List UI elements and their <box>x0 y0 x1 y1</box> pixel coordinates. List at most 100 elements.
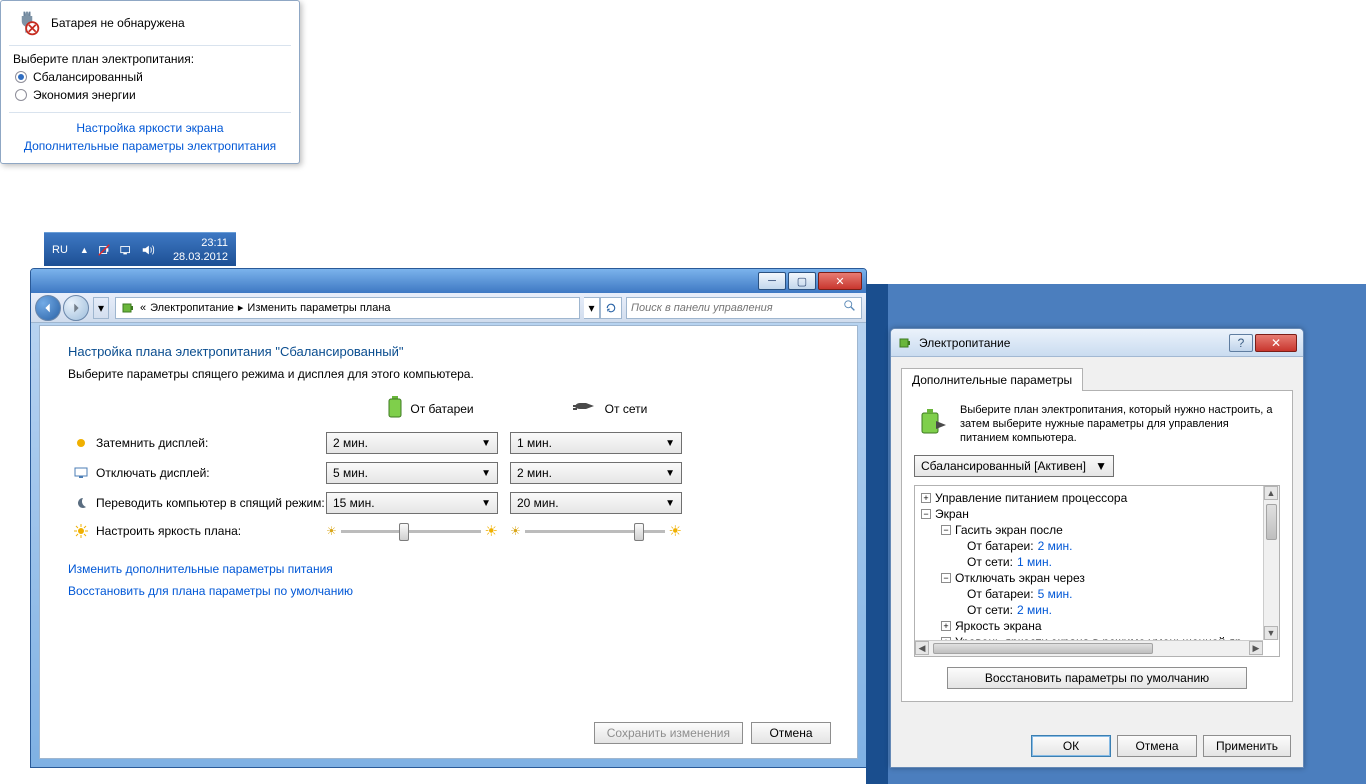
refresh-button[interactable] <box>600 297 622 319</box>
restore-defaults-button[interactable]: Восстановить параметры по умолчанию <box>947 667 1247 689</box>
dialog-titlebar: Электропитание ? ✕ <box>891 329 1303 357</box>
expand-icon[interactable]: + <box>921 493 931 503</box>
power-icon <box>897 335 913 351</box>
navbar: ▾ « Электропитание ▸ Изменить параметры … <box>31 293 866 323</box>
brightness-ac-slider[interactable]: ☀ ☀ <box>510 522 682 540</box>
plan-select-label: Выберите план электропитания: <box>1 46 299 68</box>
battery-flyout: Батарея не обнаружена Выберите план элек… <box>0 0 300 164</box>
horizontal-scrollbar[interactable]: ◀ ▶ <box>915 640 1263 656</box>
tree-node-dim[interactable]: −Гасить экран после <box>919 522 1259 538</box>
breadcrumb-2[interactable]: Изменить параметры плана <box>247 302 390 314</box>
dim-ac-dropdown[interactable]: 1 мин.▼ <box>510 432 682 454</box>
plan-saver-radio[interactable]: Экономия энергии <box>1 86 299 104</box>
power-plan-window: ─ ▢ ✕ ▾ « Электропитание ▸ Изменить пара… <box>30 268 867 768</box>
breadcrumb-1[interactable]: Электропитание <box>150 302 234 314</box>
sleep-battery-value: 15 мин. <box>333 496 375 510</box>
dim-ac-value: 1 мин. <box>517 436 552 450</box>
help-button[interactable]: ? <box>1229 334 1253 352</box>
tray-overflow-icon[interactable]: ▲ <box>76 245 93 255</box>
column-headers: От батареи От сети <box>68 395 829 422</box>
row-brightness: Настроить яркость плана: ☀ ☀ ☀ ☀ <box>68 522 829 540</box>
taskbar: RU ▲ 23:11 28.03.2012 <box>44 232 236 266</box>
brightness-battery-slider[interactable]: ☀ ☀ <box>326 522 498 540</box>
close-button[interactable]: ✕ <box>1255 334 1297 352</box>
search-box[interactable] <box>626 297 862 319</box>
network-tray-icon[interactable] <box>118 242 134 258</box>
page-title: Настройка плана электропитания "Сбаланси… <box>68 344 829 359</box>
minimize-button[interactable]: ─ <box>758 272 786 290</box>
restore-defaults-link[interactable]: Восстановить для плана параметры по умол… <box>68 584 829 598</box>
close-button[interactable]: ✕ <box>818 272 862 290</box>
expand-icon[interactable]: + <box>941 621 951 631</box>
dim-battery-dropdown[interactable]: 2 мин.▼ <box>326 432 498 454</box>
clock[interactable]: 23:11 28.03.2012 <box>165 236 236 264</box>
tree-leaf-dim-ac[interactable]: От сети:1 мин. <box>919 554 1259 570</box>
tree-node-brightness[interactable]: +Яркость экрана <box>919 618 1259 634</box>
off-battery-dropdown[interactable]: 5 мин.▼ <box>326 462 498 484</box>
battery-icon <box>386 395 404 422</box>
cancel-button[interactable]: Отмена <box>751 722 831 744</box>
col-battery: От батареи <box>340 395 520 422</box>
vertical-scrollbar[interactable]: ▲ ▼ <box>1263 486 1279 640</box>
dim-ac-value[interactable]: 1 мин. <box>1017 555 1052 569</box>
brightness-link[interactable]: Настройка яркости экрана <box>5 119 295 137</box>
tree-leaf-off-ac[interactable]: От сети:2 мин. <box>919 602 1259 618</box>
address-bar[interactable]: « Электропитание ▸ Изменить параметры пл… <box>115 297 580 319</box>
col-ac-label: От сети <box>605 402 648 416</box>
row-dim-label: Затемнить дисплей: <box>96 436 208 450</box>
links-section: Изменить дополнительные параметры питани… <box>68 562 829 598</box>
breadcrumb-glyph: « <box>140 302 146 314</box>
cancel-button[interactable]: Отмена <box>1117 735 1197 757</box>
off-ac-value[interactable]: 2 мин. <box>1017 603 1052 617</box>
off-ac-value: 2 мин. <box>517 466 552 480</box>
nav-forward-button[interactable] <box>63 295 89 321</box>
tree-leaf-off-battery[interactable]: От батареи:5 мин. <box>919 586 1259 602</box>
lang-indicator[interactable]: RU <box>44 244 76 256</box>
breadcrumb-sep: ▸ <box>238 301 244 314</box>
plan-balanced-radio[interactable]: Сбалансированный <box>1 68 299 86</box>
nav-history-dropdown[interactable]: ▾ <box>93 297 109 319</box>
sleep-ac-dropdown[interactable]: 20 мин.▼ <box>510 492 682 514</box>
off-ac-dropdown[interactable]: 2 мин.▼ <box>510 462 682 484</box>
advanced-power-dialog: Электропитание ? ✕ Дополнительные параме… <box>890 328 1304 768</box>
more-power-options-link[interactable]: Дополнительные параметры электропитания <box>5 137 295 155</box>
collapse-icon[interactable]: − <box>941 525 951 535</box>
save-button[interactable]: Сохранить изменения <box>594 722 743 744</box>
search-input[interactable] <box>631 302 843 314</box>
clock-time: 23:11 <box>173 236 228 250</box>
window-body: Настройка плана электропитания "Сбаланси… <box>39 325 858 759</box>
power-large-icon <box>914 403 950 439</box>
sleep-battery-dropdown[interactable]: 15 мин.▼ <box>326 492 498 514</box>
plan-dropdown[interactable]: Сбалансированный [Активен]▼ <box>914 455 1114 477</box>
power-tray-icon[interactable] <box>96 242 112 258</box>
col-ac: От сети <box>520 398 700 419</box>
tree-node-cpu[interactable]: +Управление питанием процессора <box>919 490 1259 506</box>
apply-button[interactable]: Применить <box>1203 735 1291 757</box>
sleep-icon <box>74 496 88 510</box>
nav-back-button[interactable] <box>35 295 61 321</box>
dim-battery-value[interactable]: 2 мин. <box>1038 539 1073 553</box>
off-battery-value[interactable]: 5 мин. <box>1038 587 1073 601</box>
settings-tree: +Управление питанием процессора −Экран −… <box>914 485 1280 657</box>
battery-status-text: Батарея не обнаружена <box>51 16 185 30</box>
sun-large-icon: ☀ <box>485 522 498 540</box>
col-battery-label: От батареи <box>410 402 473 416</box>
advanced-settings-link[interactable]: Изменить дополнительные параметры питани… <box>68 562 829 576</box>
plan-selected: Сбалансированный [Активен] <box>921 459 1086 473</box>
address-dropdown[interactable]: ▾ <box>584 297 600 319</box>
volume-tray-icon[interactable] <box>140 242 156 258</box>
sun-small-icon: ☀ <box>326 524 337 538</box>
sleep-ac-value: 20 мин. <box>517 496 559 510</box>
collapse-icon[interactable]: − <box>921 509 931 519</box>
radio-icon <box>15 71 27 83</box>
tree-node-off[interactable]: −Отключать экран через <box>919 570 1259 586</box>
tree-node-screen[interactable]: −Экран <box>919 506 1259 522</box>
tab-advanced[interactable]: Дополнительные параметры <box>901 368 1083 391</box>
titlebar: ─ ▢ ✕ <box>31 269 866 293</box>
tree-leaf-dim-battery[interactable]: От батареи:2 мин. <box>919 538 1259 554</box>
row-dim: Затемнить дисплей: 2 мин.▼ 1 мин.▼ <box>68 432 829 454</box>
row-brightness-label: Настроить яркость плана: <box>96 524 241 538</box>
collapse-icon[interactable]: − <box>941 573 951 583</box>
ok-button[interactable]: ОК <box>1031 735 1111 757</box>
maximize-button[interactable]: ▢ <box>788 272 816 290</box>
